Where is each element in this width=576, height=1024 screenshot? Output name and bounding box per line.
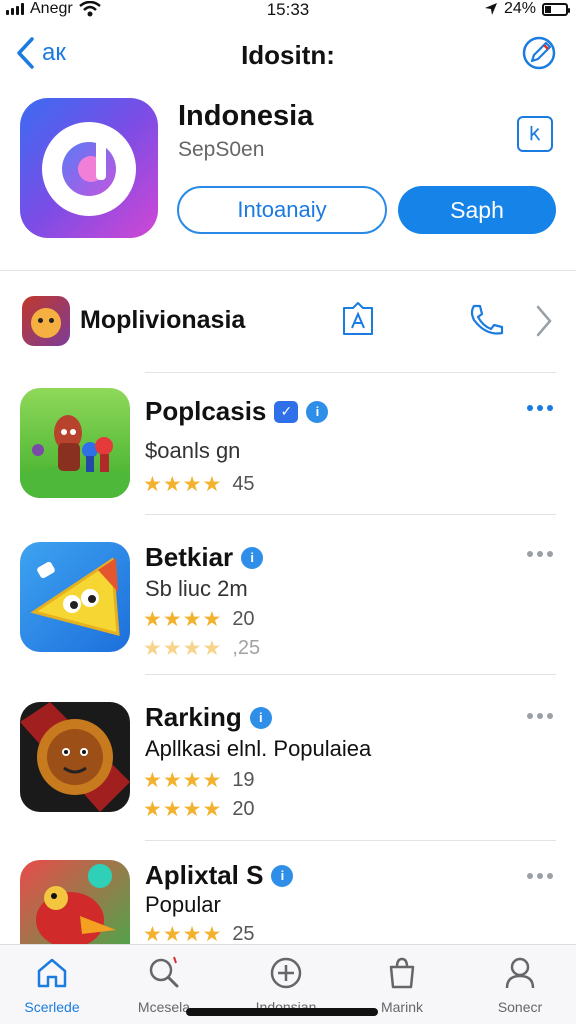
tab-bag[interactable]: Marink <box>352 955 452 1015</box>
tab-label: Sonecr <box>497 999 543 1015</box>
rating-value: 45 <box>232 473 255 495</box>
add-icon <box>270 957 302 989</box>
home-icon <box>37 958 67 988</box>
chevron-right-icon[interactable] <box>534 304 554 338</box>
more-icon[interactable] <box>527 400 555 416</box>
rating: ★★★★ 19 <box>143 768 255 793</box>
primary-button[interactable]: Saph <box>398 186 556 234</box>
star-icon: ★★★★ <box>143 798 223 821</box>
developer-name: Moplivionasia <box>80 306 246 334</box>
search-icon <box>149 956 179 988</box>
star-icon: ★★★★ <box>143 637 223 660</box>
phone-icon[interactable] <box>466 302 506 338</box>
info-icon: i <box>249 706 272 729</box>
list-item-title[interactable]: Betkiar i <box>145 542 264 573</box>
app-icon[interactable] <box>20 98 158 238</box>
list-item-1-title: Poplcasis <box>145 396 267 426</box>
page-title: Idositn: <box>241 40 335 70</box>
rating: ★★★★ 45 <box>143 472 255 497</box>
list-item-title[interactable]: Rarking i <box>145 702 272 733</box>
star-icon: ★★★★ <box>143 608 223 631</box>
contact-icon[interactable] <box>340 300 376 338</box>
app-icon-1[interactable] <box>20 388 130 498</box>
list-item-title[interactable]: Aplixtal S i <box>145 860 294 891</box>
list-item-4-title: Aplixtal S <box>145 860 264 890</box>
tab-home[interactable]: Scerlede <box>2 955 102 1015</box>
tab-profile[interactable]: Sonecr <box>470 955 570 1015</box>
divider <box>145 674 556 675</box>
list-item-3-title: Rarking <box>145 702 242 732</box>
list-item-3-subtitle: Apllkasi elnl. Populaiea <box>145 736 372 761</box>
install-button[interactable]: Intoanaiy <box>177 186 387 234</box>
more-icon[interactable] <box>527 546 555 562</box>
info-icon: i <box>241 546 264 569</box>
divider <box>145 840 556 841</box>
tab-add[interactable]: Indonsian <box>236 955 336 1015</box>
list-item-1-subtitle: $oanls gn <box>145 438 241 463</box>
battery-percent: 24% <box>503 0 536 17</box>
more-icon[interactable] <box>527 868 555 884</box>
bag-icon <box>389 957 415 989</box>
nav-bar: ак Idositn: <box>0 30 576 80</box>
rating: ★★★★ 20 <box>143 797 255 822</box>
rating: ★★★★ ,25 <box>143 636 260 661</box>
app-name: Indonesia <box>178 100 314 132</box>
status-bar: Anegr 15:33 24% <box>0 0 576 22</box>
rating-value: 25 <box>232 923 255 945</box>
bookmark-icon[interactable] <box>517 116 553 152</box>
rating-value: ,25 <box>232 637 261 659</box>
person-icon <box>505 957 535 989</box>
tab-search[interactable]: Mcesela <box>114 955 214 1015</box>
home-indicator <box>186 1008 378 1016</box>
list-item-title[interactable]: Poplcasis ✓ i <box>145 396 329 427</box>
status-right: 24% <box>484 0 570 18</box>
app-icon-3[interactable] <box>20 702 130 812</box>
rating-value: 20 <box>232 798 255 820</box>
location-icon <box>484 3 497 15</box>
list-item-2-subtitle: Sb liuc 2m <box>145 576 248 601</box>
edit-icon[interactable] <box>520 34 558 72</box>
info-icon: i <box>271 864 294 887</box>
divider <box>0 270 576 271</box>
list-item-4-subtitle: Popular <box>145 892 221 917</box>
rating-value: 20 <box>232 608 255 630</box>
developer-avatar[interactable] <box>22 296 70 346</box>
verified-icon: ✓ <box>274 400 299 423</box>
list-item-2-title: Betkiar <box>145 542 234 572</box>
tab-label: Scerlede <box>24 999 80 1015</box>
battery-icon <box>542 2 570 16</box>
rating: ★★★★ 20 <box>143 607 255 632</box>
divider <box>145 514 556 515</box>
star-icon: ★★★★ <box>143 473 223 496</box>
info-icon: i <box>306 400 329 423</box>
divider <box>145 372 556 373</box>
rating-value: 19 <box>232 769 255 791</box>
app-subtitle: SepS0en <box>178 138 265 161</box>
more-icon[interactable] <box>527 708 555 724</box>
app-icon-2[interactable] <box>20 542 130 652</box>
star-icon: ★★★★ <box>143 769 223 792</box>
